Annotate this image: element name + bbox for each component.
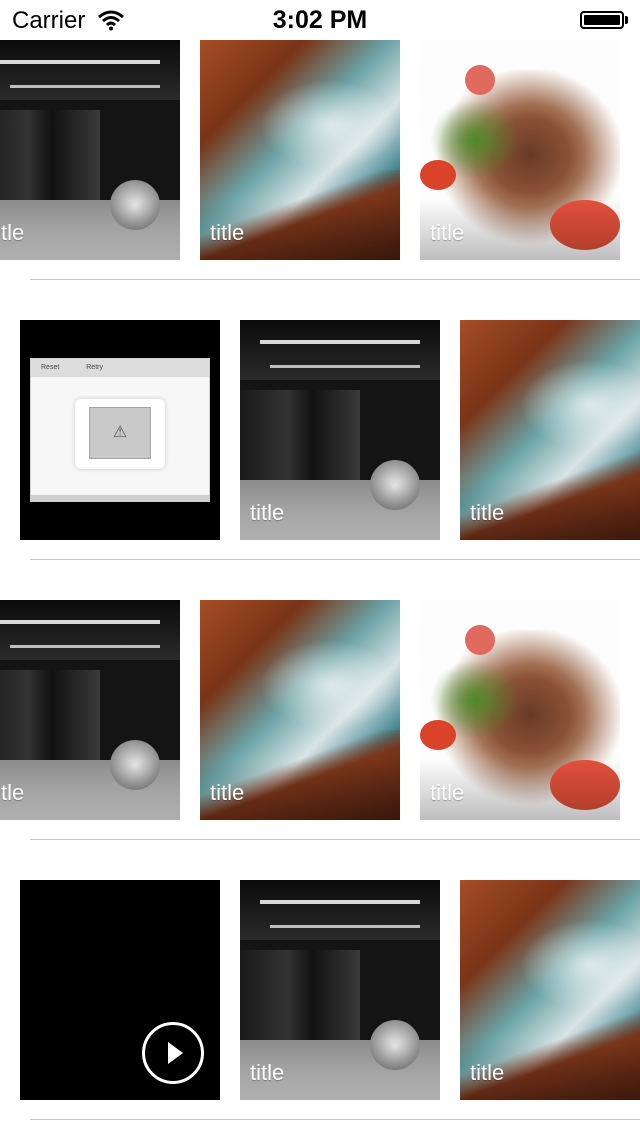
error-panel: Reset Retry ⚠ (30, 358, 210, 502)
row-divider (30, 559, 640, 560)
row-divider (30, 279, 640, 280)
cell-title: title (470, 1060, 505, 1085)
grid-row-3: title title title (0, 600, 640, 880)
error-toolbar: Reset Retry (31, 359, 209, 377)
battery-tip (625, 16, 628, 24)
photo-cell-food-plate[interactable]: title (420, 600, 620, 820)
play-icon[interactable] (142, 1022, 204, 1084)
battery-icon (580, 11, 624, 29)
photo-cell-coastal-rocks[interactable]: title (200, 600, 400, 820)
grid-row-2: Reset Retry ⚠ title title (0, 320, 640, 600)
photo-cell-bar-scene[interactable]: title (240, 320, 440, 540)
photo-cell-coastal-rocks[interactable]: title (460, 320, 640, 540)
cell-title: title (430, 780, 465, 805)
row-divider (30, 1119, 640, 1120)
cell-title: title (250, 500, 285, 525)
cell-title: title (470, 500, 505, 525)
photo-cell-bar-scene[interactable]: title (240, 880, 440, 1100)
retry-button[interactable]: Retry (86, 364, 103, 371)
grid-row-1: title title title (0, 40, 640, 320)
cell-title: title (250, 1060, 285, 1085)
photo-cell-coastal-rocks[interactable]: title (460, 880, 640, 1100)
cell-title: title (210, 780, 245, 805)
grid-row-4: title title (0, 880, 640, 1136)
cell-title: title (0, 220, 25, 245)
status-time: 3:02 PM (272, 6, 368, 34)
reset-button[interactable]: Reset (41, 364, 59, 371)
error-placeholder-cell[interactable]: Reset Retry ⚠ (20, 320, 220, 540)
cell-title: title (210, 220, 245, 245)
photo-cell-bar-scene[interactable]: title (0, 600, 180, 820)
cell-title: title (430, 220, 465, 245)
status-bar: Carrier 3:02 PM (0, 0, 640, 40)
photo-cell-food-plate[interactable]: title (420, 40, 620, 260)
warning-icon: ⚠ (89, 407, 151, 459)
photo-cell-bar-scene[interactable]: title (0, 40, 180, 260)
video-cell[interactable] (20, 880, 220, 1100)
photo-cell-coastal-rocks[interactable]: title (200, 40, 400, 260)
row-divider (30, 839, 640, 840)
cell-title: title (0, 780, 25, 805)
